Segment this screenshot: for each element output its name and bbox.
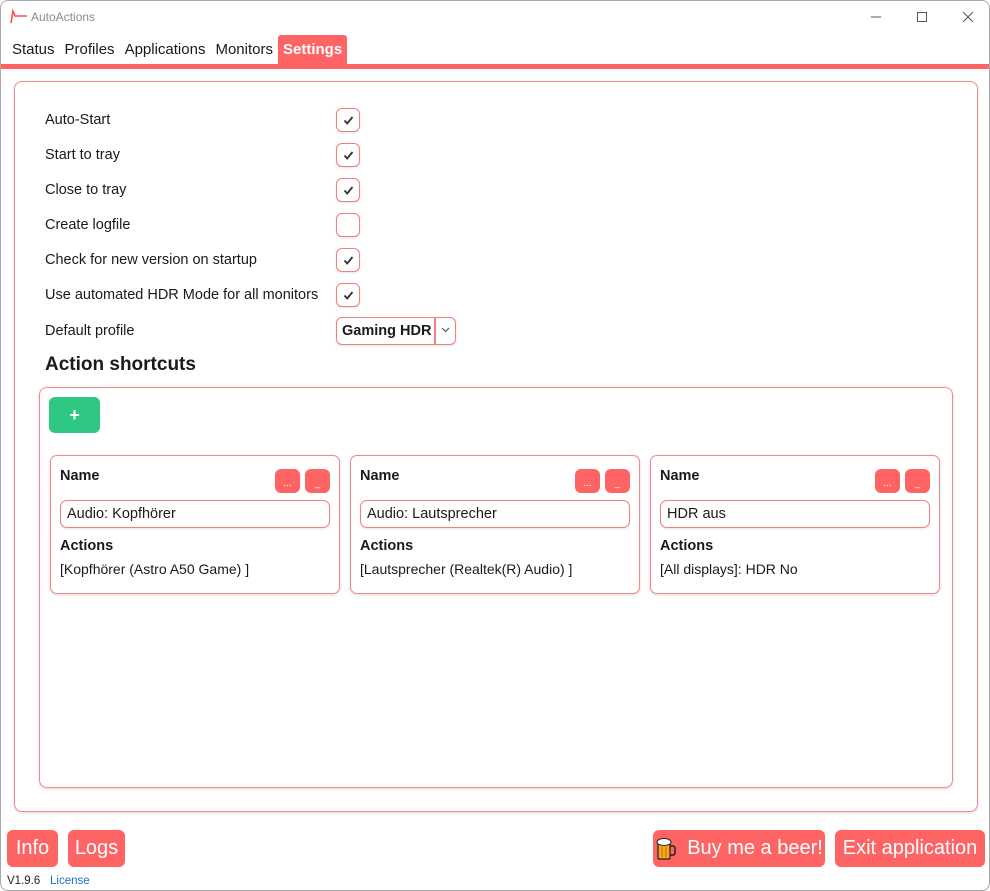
action-shortcuts-panel: + Name ... _ Audio: Kopfhörer Actions [K… — [39, 387, 953, 788]
tab-bar: Status Profiles Applications Monitors Se… — [7, 35, 348, 65]
add-shortcut-button[interactable]: + — [49, 397, 100, 433]
shortcut-name-input[interactable]: Audio: Kopfhörer — [60, 500, 330, 528]
actions-value: [All displays]: HDR No — [660, 561, 798, 577]
select-divider — [434, 318, 436, 344]
minimize-button[interactable] — [853, 1, 899, 33]
maximize-icon — [917, 12, 927, 22]
start-to-tray-label: Start to tray — [45, 147, 120, 163]
exit-application-button[interactable]: Exit application — [835, 830, 985, 867]
setting-create-logfile: Create logfile — [45, 213, 485, 241]
actions-label: Actions — [60, 538, 114, 554]
default-profile-label: Default profile — [45, 323, 135, 339]
edit-shortcut-button[interactable]: ... — [575, 469, 600, 493]
default-profile-select[interactable]: Gaming HDR — [336, 317, 456, 345]
auto-start-checkbox[interactable] — [336, 108, 360, 132]
app-logo-icon — [10, 8, 27, 24]
edit-shortcut-button[interactable]: ... — [875, 469, 900, 493]
window-title: AutoActions — [31, 10, 96, 24]
automated-hdr-checkbox[interactable] — [336, 283, 360, 307]
setting-auto-start: Auto-Start — [45, 108, 485, 136]
shortcut-card: Name ... _ Audio: Lautsprecher Actions [… — [350, 455, 640, 594]
create-logfile-checkbox[interactable] — [336, 213, 360, 237]
remove-shortcut-button[interactable]: _ — [605, 469, 630, 493]
info-button[interactable]: Info — [7, 830, 58, 867]
checkmark-icon — [343, 150, 353, 160]
checkmark-icon — [343, 255, 353, 265]
settings-panel: Auto-Start Start to tray Close to tray C… — [14, 81, 978, 812]
check-new-version-label: Check for new version on startup — [45, 252, 257, 268]
shortcut-card: Name ... _ Audio: Kopfhörer Actions [Kop… — [50, 455, 340, 594]
automated-hdr-label: Use automated HDR Mode for all monitors — [45, 287, 319, 303]
close-to-tray-checkbox[interactable] — [336, 178, 360, 202]
check-new-version-checkbox[interactable] — [336, 248, 360, 272]
default-profile-value: Gaming HDR — [342, 323, 432, 339]
shortcut-name-input[interactable]: HDR aus — [660, 500, 930, 528]
chevron-down-icon[interactable] — [438, 322, 452, 338]
tab-status[interactable]: Status — [7, 35, 60, 65]
version-label: V1.9.6 — [7, 875, 41, 887]
tab-monitors[interactable]: Monitors — [210, 35, 278, 65]
remove-shortcut-button[interactable]: _ — [305, 469, 330, 493]
actions-label: Actions — [660, 538, 714, 554]
name-label: Name — [660, 468, 700, 484]
maximize-button[interactable] — [899, 1, 945, 33]
logs-button[interactable]: Logs — [68, 830, 125, 867]
actions-value: [Kopfhörer (Astro A50 Game) ] — [60, 561, 250, 577]
close-to-tray-label: Close to tray — [45, 182, 127, 198]
checkmark-icon — [343, 290, 353, 300]
setting-automated-hdr: Use automated HDR Mode for all monitors — [45, 283, 485, 311]
license-link[interactable]: License — [50, 875, 90, 887]
tab-underline — [1, 64, 989, 69]
checkmark-icon — [343, 115, 353, 125]
shortcut-card: Name ... _ HDR aus Actions [All displays… — [650, 455, 940, 594]
close-icon — [962, 11, 974, 23]
beer-mug-icon — [656, 837, 676, 860]
app-window: AutoActions Status Profiles Applications… — [0, 0, 990, 891]
action-shortcuts-heading: Action shortcuts — [45, 354, 196, 375]
shortcut-name-input[interactable]: Audio: Lautsprecher — [360, 500, 630, 528]
buy-beer-label: Buy me a beer! — [687, 837, 823, 859]
tab-settings[interactable]: Settings — [277, 35, 348, 65]
setting-start-to-tray: Start to tray — [45, 143, 485, 171]
setting-default-profile: Default profile Gaming HDR — [45, 317, 485, 347]
close-button[interactable] — [945, 1, 989, 33]
edit-shortcut-button[interactable]: ... — [275, 469, 300, 493]
name-label: Name — [60, 468, 100, 484]
minimize-icon — [871, 16, 881, 18]
actions-value: [Lautsprecher (Realtek(R) Audio) ] — [360, 561, 573, 577]
remove-shortcut-button[interactable]: _ — [905, 469, 930, 493]
actions-label: Actions — [360, 538, 414, 554]
start-to-tray-checkbox[interactable] — [336, 143, 360, 167]
setting-close-to-tray: Close to tray — [45, 178, 485, 206]
create-logfile-label: Create logfile — [45, 217, 131, 233]
title-bar: AutoActions — [1, 1, 989, 33]
auto-start-label: Auto-Start — [45, 112, 111, 128]
checkmark-icon — [343, 185, 353, 195]
setting-check-new-version: Check for new version on startup — [45, 248, 485, 276]
buy-beer-button[interactable]: Buy me a beer! — [653, 830, 825, 867]
name-label: Name — [360, 468, 400, 484]
tab-profiles[interactable]: Profiles — [60, 35, 120, 65]
tab-applications[interactable]: Applications — [120, 35, 211, 65]
